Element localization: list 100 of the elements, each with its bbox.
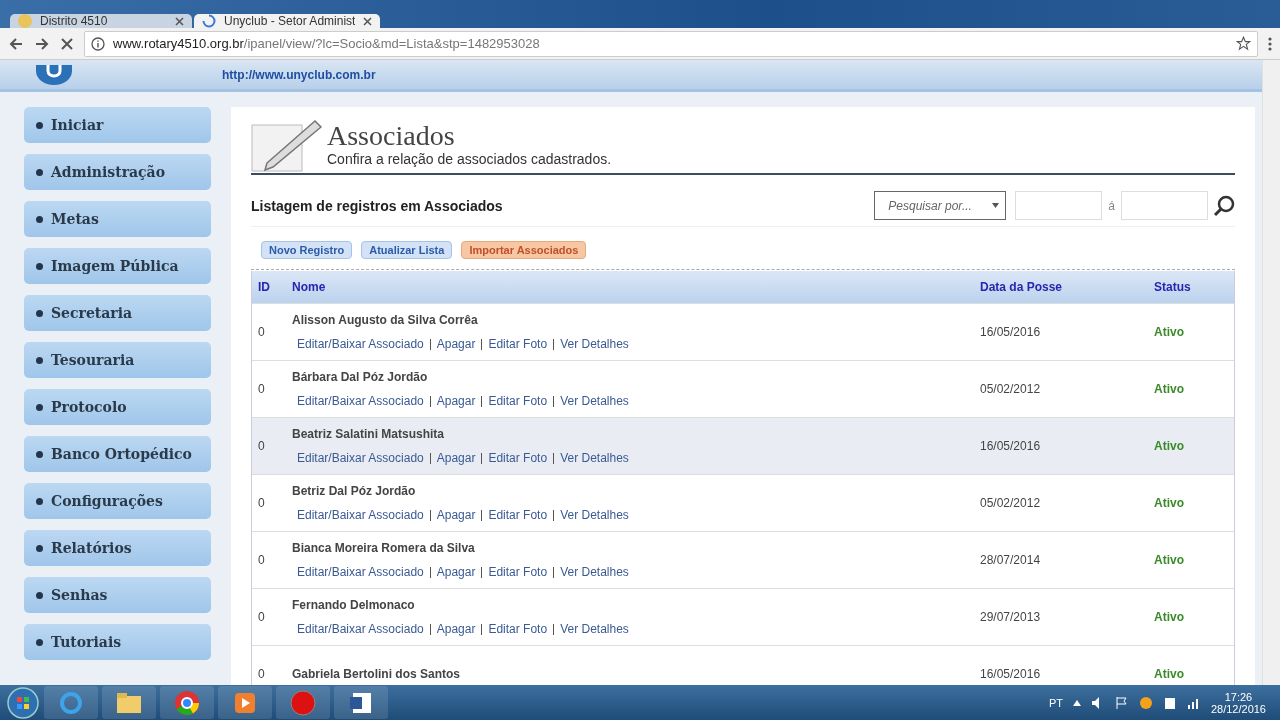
toolbar-button[interactable]: Novo Registro bbox=[261, 241, 353, 259]
member-name: Gabriela Bertolini dos Santos bbox=[292, 667, 462, 681]
star-icon[interactable] bbox=[1236, 36, 1251, 51]
media-player-taskbar-icon[interactable] bbox=[218, 686, 272, 719]
action-link[interactable]: Editar/Baixar Associado bbox=[297, 394, 424, 408]
id-cell-text: 0 bbox=[258, 553, 266, 567]
action-link[interactable]: Apagar bbox=[436, 622, 476, 636]
date-cell-text: 29/07/2013 bbox=[980, 610, 1042, 624]
page-title: Associados bbox=[327, 121, 456, 151]
status-cell-text: Ativo bbox=[1154, 325, 1185, 339]
status-cell-text: Ativo bbox=[1154, 382, 1185, 396]
logo-icon bbox=[36, 64, 72, 85]
action-link[interactable]: Editar/Baixar Associado bbox=[297, 337, 424, 351]
sidebar-item[interactable]: Configurações bbox=[24, 483, 211, 519]
action-link[interactable]: Apagar bbox=[436, 451, 476, 465]
date-cell-text: 16/05/2016 bbox=[980, 325, 1042, 339]
browser-tab[interactable]: Distrito 4510 bbox=[10, 14, 192, 28]
folder-taskbar-icon[interactable] bbox=[102, 686, 156, 719]
tab-title: Unyclub - Setor Administ bbox=[224, 14, 356, 28]
tray-app-icon[interactable] bbox=[1138, 695, 1153, 710]
action-link[interactable]: Ver Detalhes bbox=[560, 337, 629, 351]
pencil-note-icon bbox=[251, 117, 325, 173]
action-link[interactable]: Ver Detalhes bbox=[560, 565, 629, 579]
id-cell-text: 0 bbox=[258, 382, 266, 396]
action-link[interactable]: Editar Foto bbox=[488, 622, 548, 636]
action-link[interactable]: Ver Detalhes bbox=[560, 508, 629, 522]
tray-expand-icon[interactable] bbox=[1072, 699, 1081, 706]
list-title: Listagem de registros em Associados bbox=[251, 197, 504, 214]
flag-icon[interactable] bbox=[1114, 695, 1129, 710]
id-cell-text: 0 bbox=[258, 610, 266, 624]
address-bar[interactable]: www.rotary4510.org.br/ipanel/view/?lc=Socio&md=Lista&stp=1482953028 bbox=[84, 30, 1258, 57]
close-icon[interactable] bbox=[60, 36, 74, 51]
action-link[interactable]: Ver Detalhes bbox=[560, 451, 629, 465]
date-cell-text: 05/02/2012 bbox=[980, 496, 1042, 510]
close-icon[interactable] bbox=[175, 16, 184, 26]
action-link[interactable]: Editar/Baixar Associado bbox=[297, 451, 424, 465]
action-link[interactable]: Editar/Baixar Associado bbox=[297, 508, 424, 522]
action-link[interactable]: Apagar bbox=[436, 394, 476, 408]
scrollbar[interactable] bbox=[1262, 60, 1280, 685]
date-cell-text: 16/05/2016 bbox=[980, 667, 1042, 681]
action-link[interactable]: Editar Foto bbox=[488, 451, 548, 465]
page-subtitle: Confira a relação de associados cadastrados. bbox=[327, 151, 612, 167]
sidebar-item[interactable]: Tesouraria bbox=[24, 342, 211, 378]
sidebar-item[interactable]: Administração bbox=[24, 154, 211, 190]
search-by-dropdown[interactable]: Pesquisar por... bbox=[874, 191, 1007, 220]
status-cell-text: Ativo bbox=[1154, 610, 1185, 624]
action-link[interactable]: Ver Detalhes bbox=[560, 394, 629, 408]
info-icon bbox=[91, 36, 105, 51]
range-separator: á bbox=[1108, 198, 1115, 213]
sidebar-item[interactable]: Secretaria bbox=[24, 295, 211, 331]
date-cell-text: 16/05/2016 bbox=[980, 439, 1042, 453]
sidebar-item[interactable]: Relatórios bbox=[24, 530, 211, 566]
column-header: Nome bbox=[292, 280, 327, 294]
column-header: Status bbox=[1154, 280, 1192, 294]
action-link[interactable]: Editar/Baixar Associado bbox=[297, 622, 424, 636]
start-button-icon[interactable] bbox=[6, 685, 40, 720]
caret-icon bbox=[992, 203, 1000, 208]
id-cell-text: 0 bbox=[258, 439, 266, 453]
member-name: Bianca Moreira Romera da Silva bbox=[292, 541, 476, 555]
action-link[interactable]: Apagar bbox=[436, 337, 476, 351]
action-link[interactable]: Editar Foto bbox=[488, 508, 548, 522]
sidebar-item[interactable]: Protocolo bbox=[24, 389, 211, 425]
back-icon[interactable] bbox=[8, 35, 24, 52]
tab-title: Distrito 4510 bbox=[40, 14, 109, 28]
id-cell-text: 0 bbox=[258, 325, 266, 339]
sidebar-item[interactable]: Banco Ortopédico bbox=[24, 436, 211, 472]
range-start-field[interactable] bbox=[1015, 191, 1103, 220]
id-cell-text: 0 bbox=[258, 667, 266, 681]
action-link[interactable]: Apagar bbox=[436, 508, 476, 522]
member-name: Betriz Dal Póz Jordão bbox=[292, 484, 417, 498]
action-link[interactable]: Editar Foto bbox=[488, 394, 548, 408]
sidebar-item[interactable]: Tutoriais bbox=[24, 624, 211, 660]
action-link[interactable]: Editar Foto bbox=[488, 337, 548, 351]
menu-icon[interactable] bbox=[1268, 35, 1272, 52]
sidebar-item[interactable]: Metas bbox=[24, 201, 211, 237]
browser-tab[interactable]: Unyclub - Setor Administ bbox=[194, 14, 381, 28]
clock-time: 17:26 bbox=[1224, 690, 1253, 703]
sidebar-item[interactable]: Senhas bbox=[24, 577, 211, 613]
member-name: Beatriz Salatini Matsushita bbox=[292, 427, 446, 441]
close-icon[interactable] bbox=[363, 16, 373, 26]
site-link[interactable]: http://www.unyclub.com.br bbox=[222, 67, 376, 82]
id-cell-text: 0 bbox=[258, 496, 266, 510]
forward-icon[interactable] bbox=[34, 35, 50, 52]
search-icon[interactable] bbox=[1213, 194, 1235, 217]
action-link[interactable]: Ver Detalhes bbox=[560, 622, 629, 636]
action-link[interactable]: Editar/Baixar Associado bbox=[297, 565, 424, 579]
chrome-taskbar-icon[interactable] bbox=[160, 686, 214, 719]
toolbar-button[interactable]: Atualizar Lista bbox=[361, 241, 453, 259]
clock-date: 28/12/2016 bbox=[1210, 702, 1266, 715]
action-link[interactable]: Apagar bbox=[436, 565, 476, 579]
sidebar-item[interactable]: Imagem Pública bbox=[24, 248, 211, 284]
status-cell-text: Ativo bbox=[1154, 496, 1185, 510]
sidebar-item[interactable]: Iniciar bbox=[24, 107, 211, 143]
document-taskbar-icon[interactable] bbox=[334, 686, 388, 719]
range-end-field[interactable] bbox=[1121, 191, 1208, 220]
language-indicator: PT bbox=[1048, 696, 1063, 709]
signal-icon[interactable] bbox=[1186, 696, 1201, 709]
action-link[interactable]: Editar Foto bbox=[488, 565, 548, 579]
date-cell-text: 05/02/2012 bbox=[980, 382, 1042, 396]
date-cell-text: 28/07/2014 bbox=[980, 553, 1042, 567]
